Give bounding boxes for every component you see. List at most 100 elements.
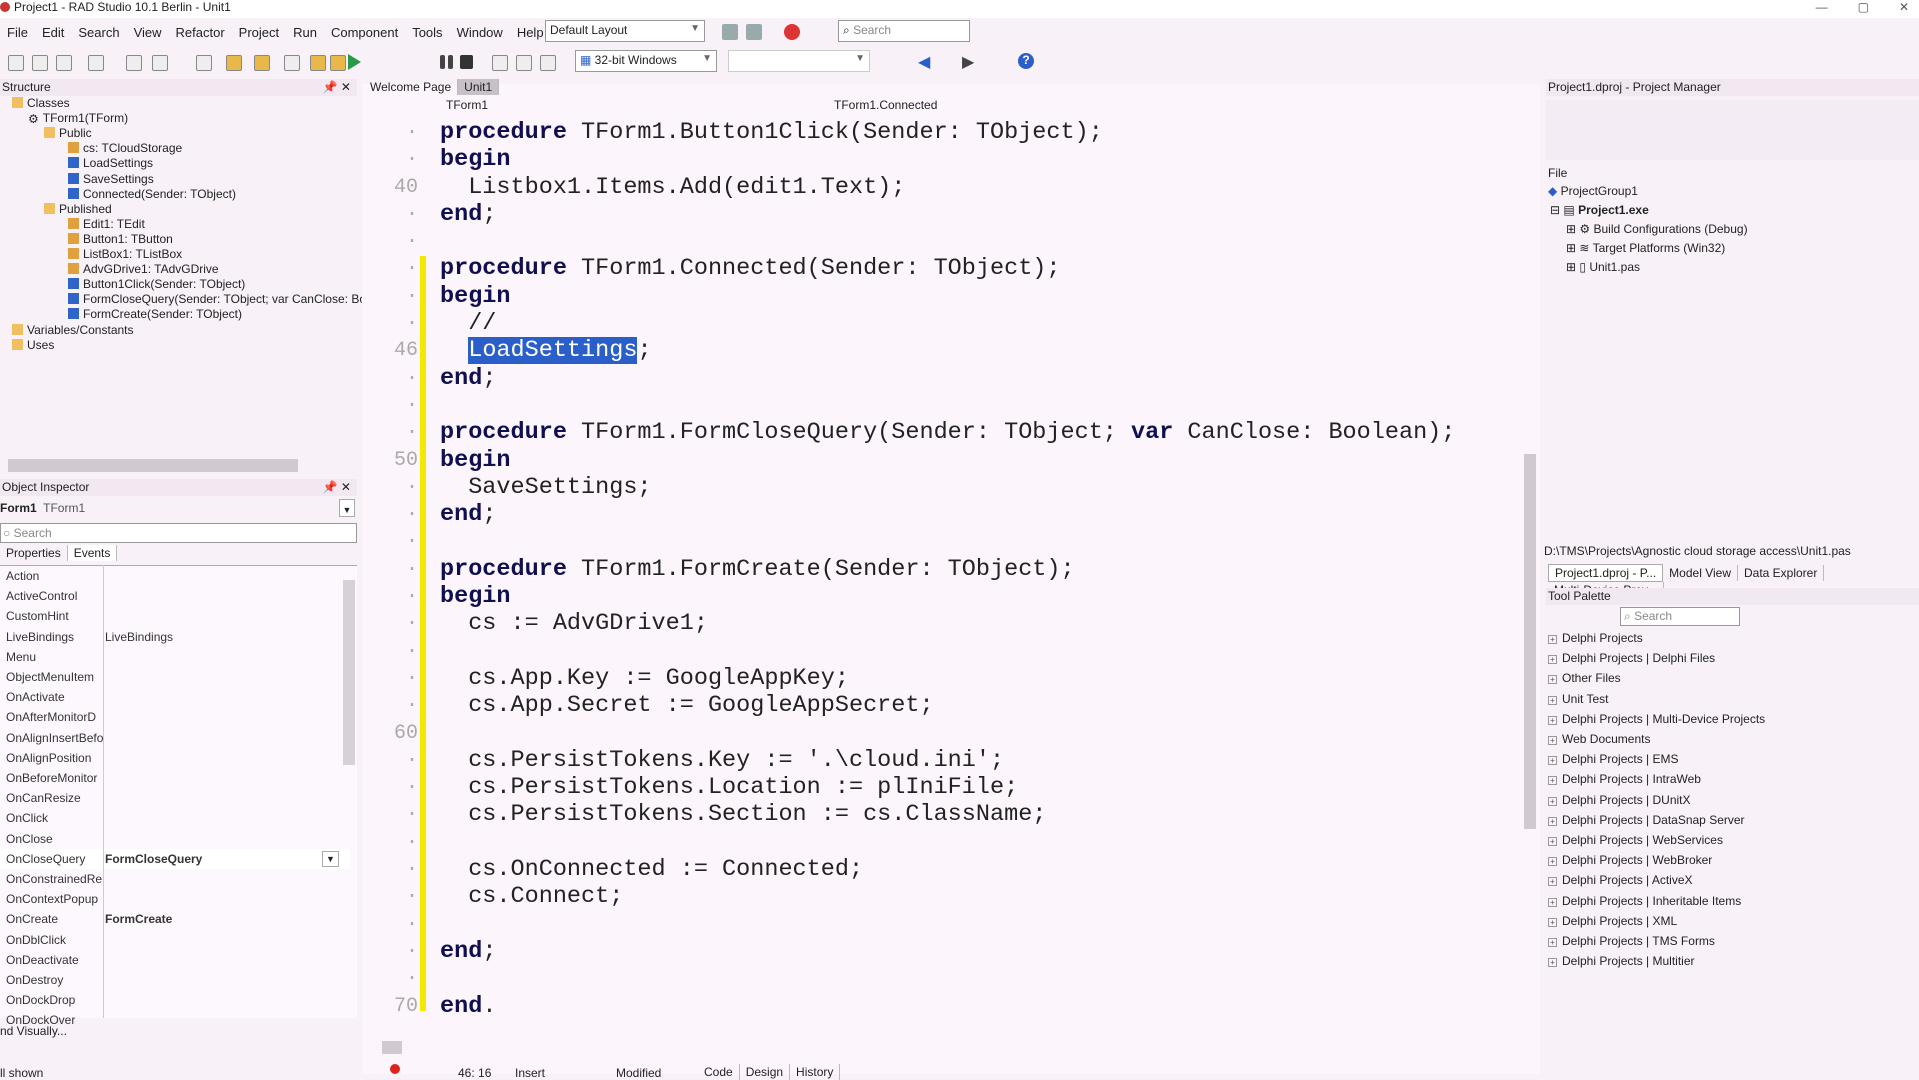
menu-refactor[interactable]: Refactor <box>169 25 232 40</box>
toolbar-icon[interactable] <box>152 55 168 71</box>
project-node[interactable]: ⊟ ▤ Project1.exe <box>1550 203 1649 217</box>
structure-item[interactable]: ListBox1: TListBox <box>68 247 182 262</box>
tab-unit1[interactable]: Unit1 <box>458 79 500 95</box>
config-combo[interactable]: ▼ <box>728 50 870 72</box>
toolbar-icon[interactable] <box>226 55 242 71</box>
menu-component[interactable]: Component <box>324 25 405 40</box>
structure-item[interactable]: Public <box>44 126 92 141</box>
code-line[interactable] <box>440 720 1455 747</box>
palette-category[interactable]: + Unit Test <box>1548 692 1608 706</box>
palette-category[interactable]: + Delphi Projects | ActiveX <box>1548 873 1693 887</box>
inspector-scrollbar[interactable] <box>343 580 355 765</box>
ide-search-input[interactable]: ⌕ Search <box>838 20 970 42</box>
palette-category[interactable]: + Delphi Projects | IntraWeb <box>1548 772 1701 786</box>
palette-category[interactable]: + Delphi Projects | XML <box>1548 914 1677 928</box>
structure-item[interactable]: Edit1: TEdit <box>68 217 145 232</box>
palette-category[interactable]: + Other Files <box>1548 671 1621 685</box>
toolbar-icon[interactable] <box>196 55 212 71</box>
property-row[interactable]: OnDblClick <box>0 930 350 950</box>
expand-icon[interactable]: + <box>1548 877 1557 887</box>
structure-item[interactable]: Classes <box>12 96 70 111</box>
code-line[interactable]: end; <box>440 501 1455 528</box>
property-value[interactable]: FormCreate <box>105 909 172 929</box>
record-macro-icon[interactable] <box>390 1064 400 1074</box>
code-line[interactable] <box>440 228 1455 255</box>
chevron-down-icon[interactable]: ▼ <box>322 850 339 867</box>
expand-icon[interactable]: + <box>1548 917 1557 927</box>
palette-category[interactable]: + Delphi Projects | WebServices <box>1548 833 1723 847</box>
property-row[interactable]: OnConstrainedRe <box>0 869 350 889</box>
property-row[interactable]: LiveBindings LiveBindings <box>0 627 350 647</box>
toolbar-icon[interactable] <box>56 55 72 71</box>
expand-icon[interactable]: + <box>1548 655 1557 665</box>
property-row[interactable]: OnActivate <box>0 687 350 707</box>
property-value[interactable]: LiveBindings <box>105 627 173 647</box>
build-config-node[interactable]: ⊞ ⚙ Build Configurations (Debug) <box>1566 222 1748 236</box>
code-line[interactable]: end; <box>440 938 1455 965</box>
inspector-search-input[interactable]: ○ Search <box>0 523 357 543</box>
tab-model-view[interactable]: Model View <box>1663 565 1738 581</box>
code-editor[interactable]: Welcome Page Unit1 TForm1 TForm1.Connecte… <box>362 79 1540 1074</box>
tab-history[interactable]: History <box>790 1064 841 1080</box>
toolbar-icon[interactable] <box>540 55 556 71</box>
palette-category[interactable]: + Delphi Projects | TMS Forms <box>1548 934 1715 948</box>
code-line[interactable]: procedure TForm1.FormCloseQuery(Sender: … <box>440 419 1455 446</box>
expand-icon[interactable]: + <box>1548 796 1557 806</box>
code-line[interactable]: cs := AdvGDrive1; <box>440 610 1455 637</box>
stop-debug-icon[interactable] <box>460 55 473 69</box>
expand-icon[interactable]: + <box>1548 695 1557 705</box>
forward-icon[interactable]: ▶ <box>962 52 974 72</box>
code-line[interactable]: begin <box>440 583 1455 610</box>
menu-view[interactable]: View <box>127 25 169 40</box>
code-line[interactable] <box>440 392 1455 419</box>
minimize-button[interactable]: — <box>1816 0 1828 14</box>
menu-search[interactable]: Search <box>71 25 126 40</box>
code-text[interactable]: procedure TForm1.Button1Click(Sender: TO… <box>440 119 1455 1020</box>
code-line[interactable]: begin <box>440 283 1455 310</box>
toolbar-icon[interactable] <box>126 55 142 71</box>
code-line[interactable]: cs.OnConnected := Connected; <box>440 856 1455 883</box>
property-row[interactable]: OnCanResize <box>0 788 350 808</box>
property-row[interactable]: OnClick <box>0 808 350 828</box>
expand-icon[interactable]: + <box>1548 635 1557 644</box>
platform-combo[interactable]: ▦ 32-bit Windows ▼ <box>575 50 717 72</box>
palette-category[interactable]: + Delphi Projects | Multi-Device Projects <box>1548 712 1765 726</box>
code-line[interactable]: LoadSettings; <box>440 337 1455 365</box>
property-row[interactable]: ObjectMenuItem <box>0 667 350 687</box>
expand-icon[interactable]: + <box>1548 816 1557 826</box>
palette-category[interactable]: + Delphi Projects | EMS <box>1548 752 1679 766</box>
layout-icon[interactable] <box>746 24 762 40</box>
menu-window[interactable]: Window <box>450 25 510 40</box>
code-line[interactable]: begin <box>440 146 1455 173</box>
property-row[interactable]: OnCloseQuery FormCloseQuery ▼ <box>0 848 350 869</box>
property-value[interactable]: FormCloseQuery <box>105 849 202 869</box>
property-row[interactable]: OnAfterMonitorD <box>0 707 350 727</box>
code-line[interactable]: end; <box>440 365 1455 392</box>
layout-combo[interactable]: Default Layout ▼ <box>545 20 705 42</box>
code-line[interactable]: cs.PersistTokens.Key := '.\cloud.ini'; <box>440 747 1455 774</box>
menu-edit[interactable]: Edit <box>35 25 71 40</box>
expand-icon[interactable]: + <box>1548 776 1557 786</box>
structure-item[interactable]: Published <box>44 202 112 217</box>
structure-item[interactable]: FormCreate(Sender: TObject) <box>68 307 242 322</box>
menu-run[interactable]: Run <box>286 25 324 40</box>
find-visually-link[interactable]: nd Visually... <box>0 1024 67 1038</box>
property-row[interactable]: ActiveControl <box>0 586 350 606</box>
toolbar-icon[interactable] <box>492 55 508 71</box>
run-icon[interactable] <box>348 54 361 70</box>
code-line[interactable]: cs.PersistTokens.Section := cs.ClassName… <box>440 801 1455 828</box>
property-row[interactable]: OnContextPopup <box>0 889 350 909</box>
menu-file[interactable]: File <box>0 25 35 40</box>
property-row[interactable]: OnDockDrop <box>0 990 350 1010</box>
code-line[interactable]: cs.Connect; <box>440 883 1455 910</box>
property-row[interactable]: OnCreate FormCreate <box>0 909 350 929</box>
unit-file-node[interactable]: ⊞ ▯ Unit1.pas <box>1566 260 1640 274</box>
code-line[interactable] <box>440 911 1455 938</box>
back-icon[interactable]: ◀ <box>918 52 930 72</box>
tab-events[interactable]: Events <box>67 545 118 561</box>
tab-welcome-page[interactable]: Welcome Page <box>364 79 459 95</box>
code-line[interactable]: end; <box>440 201 1455 228</box>
palette-category[interactable]: + Delphi Projects | Inheritable Items <box>1548 894 1741 908</box>
tab-design[interactable]: Design <box>740 1064 791 1080</box>
method-combo[interactable]: TForm1.Connected <box>834 98 937 112</box>
